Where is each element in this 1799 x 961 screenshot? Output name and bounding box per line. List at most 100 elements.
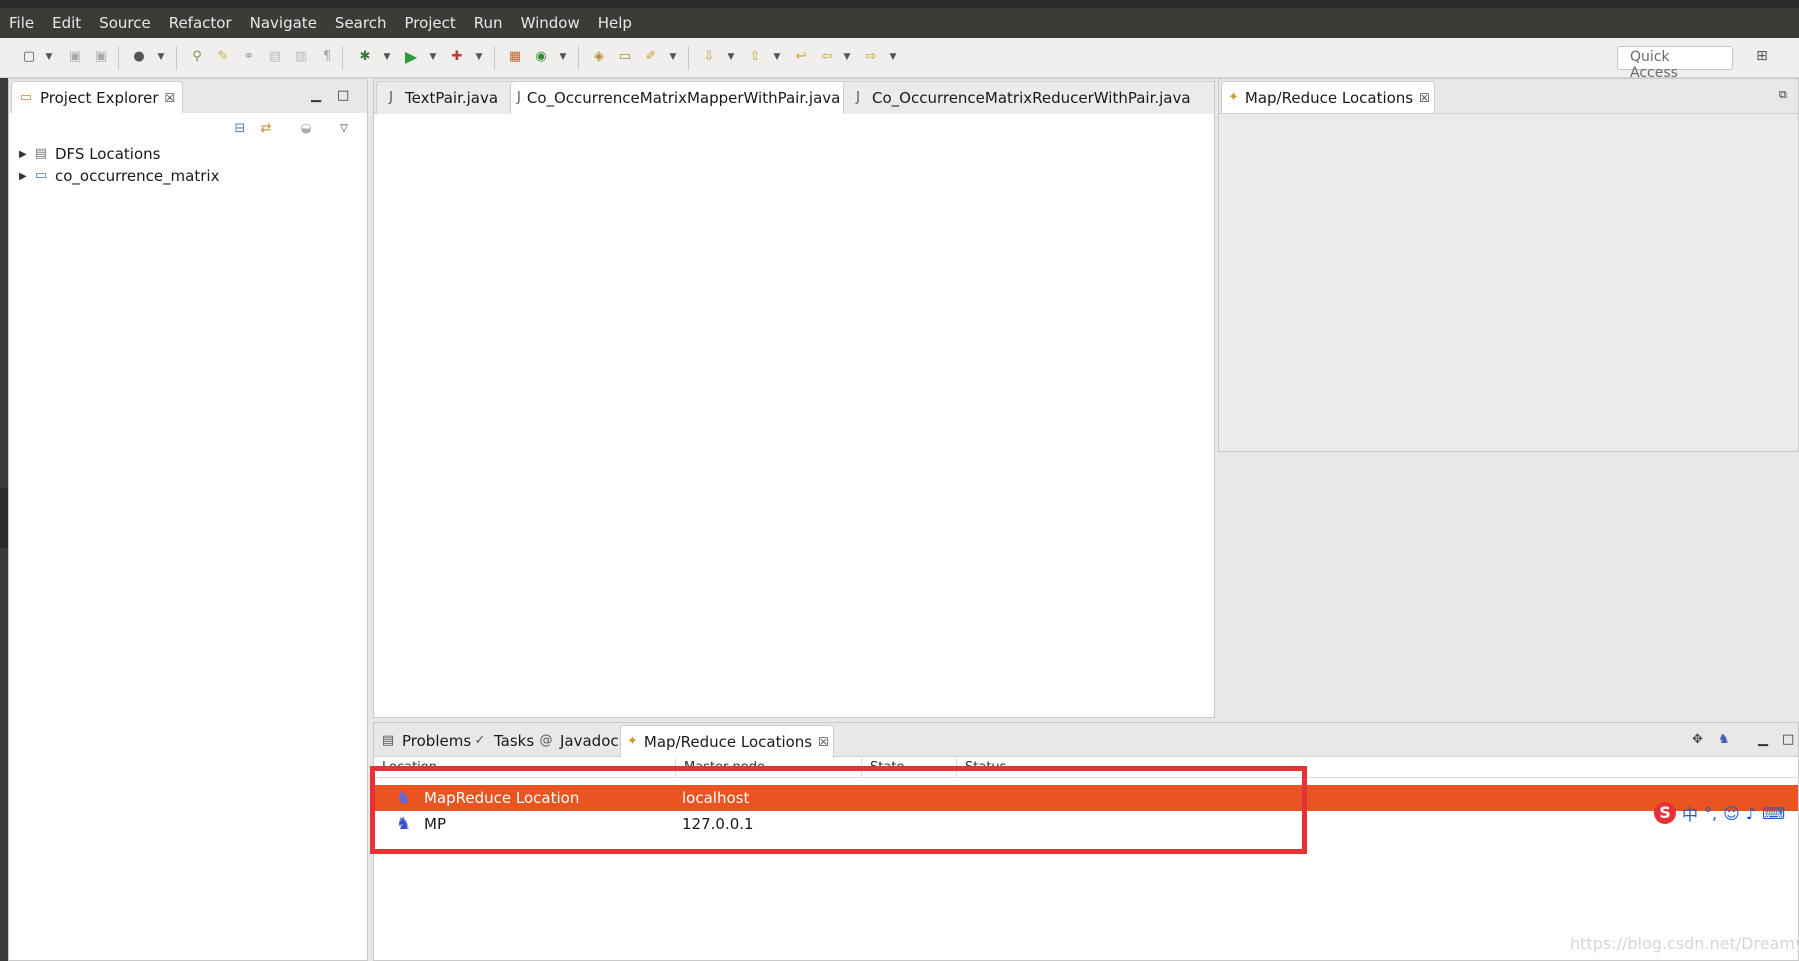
debug-icon[interactable]: ✱ bbox=[356, 48, 374, 66]
view-menu-icon[interactable]: ▽ bbox=[335, 120, 353, 138]
tab-label: TextPair.java bbox=[405, 89, 499, 107]
menu-help[interactable]: Help bbox=[589, 14, 641, 32]
tree-item-project[interactable]: ▶ ▭ co_occurrence_matrix bbox=[19, 165, 219, 187]
run-dropdown-icon[interactable]: ▼ bbox=[428, 48, 438, 66]
run-icon[interactable]: ▶ bbox=[402, 48, 420, 66]
code-editor: J TextPair.java J Co_OccurrenceMatrixMap… bbox=[373, 78, 1215, 718]
prev-annotation-dropdown-icon[interactable]: ▼ bbox=[772, 48, 782, 66]
toolbar-separator bbox=[176, 46, 177, 70]
new-dropdown-icon[interactable]: ▼ bbox=[44, 48, 54, 66]
menu-run[interactable]: Run bbox=[465, 14, 512, 32]
pilcrow-icon[interactable]: ¶ bbox=[318, 48, 336, 66]
close-icon[interactable]: ☒ bbox=[165, 91, 176, 105]
block-icon[interactable]: ▥ bbox=[292, 48, 310, 66]
save-all-icon[interactable]: ▣ bbox=[92, 48, 110, 66]
collapse-all-icon[interactable]: ⊟ bbox=[231, 120, 249, 138]
prev-annotation-icon[interactable]: ⇧ bbox=[746, 48, 764, 66]
external-tools-icon[interactable]: ✚ bbox=[448, 48, 466, 66]
mapreduce-icon: ✦ bbox=[1228, 90, 1239, 105]
mr-tabbar: ✦ Map/Reduce Locations ☒ ⧉ bbox=[1219, 79, 1798, 114]
user-icon[interactable]: ● bbox=[130, 48, 148, 66]
tab-reducer[interactable]: J Co_OccurrenceMatrixReducerWithPair.jav… bbox=[843, 81, 1214, 114]
tab-bottom-mapreduce-locations[interactable]: ✦ Map/Reduce Locations ☒ bbox=[620, 725, 834, 758]
tab-javadoc[interactable]: @ Javadoc bbox=[538, 727, 619, 755]
menu-navigate[interactable]: Navigate bbox=[241, 14, 326, 32]
menu-edit[interactable]: Edit bbox=[43, 14, 90, 32]
minimize-icon[interactable]: ▁ bbox=[1758, 732, 1768, 747]
expand-icon[interactable]: ▶ bbox=[19, 149, 33, 160]
tab-problems[interactable]: ▤ Problems bbox=[380, 727, 471, 755]
toolbar-separator bbox=[118, 46, 119, 70]
new-location-icon[interactable]: ✥ bbox=[1692, 732, 1703, 747]
quick-access-input[interactable]: Quick Access bbox=[1617, 46, 1733, 81]
hadoop-elephant-icon[interactable]: ♞ bbox=[1718, 732, 1730, 747]
tab-label: Co_OccurrenceMatrixReducerWithPair.java bbox=[872, 89, 1191, 107]
menu-file[interactable]: File bbox=[0, 14, 43, 32]
expand-icon[interactable]: ▶ bbox=[19, 171, 33, 182]
restore-icon[interactable]: ⧉ bbox=[1779, 88, 1787, 102]
search-dropdown-icon[interactable]: ▼ bbox=[668, 48, 678, 66]
close-icon[interactable]: ☒ bbox=[818, 735, 829, 749]
save-icon[interactable]: ▣ bbox=[66, 48, 84, 66]
mapreduce-locations-view-top: ✦ Map/Reduce Locations ☒ ⧉ bbox=[1218, 78, 1799, 452]
ime-punctuation[interactable]: °, bbox=[1704, 804, 1717, 823]
debug-dropdown-icon[interactable]: ▼ bbox=[382, 48, 392, 66]
back-dropdown-icon[interactable]: ▼ bbox=[842, 48, 852, 66]
external-tools-dropdown-icon[interactable]: ▼ bbox=[474, 48, 484, 66]
explorer-toolbar: ⊟ ⇄ ◒ ▽ bbox=[9, 113, 367, 145]
tab-mapper[interactable]: J Co_OccurrenceMatrixMapperWithPair.java… bbox=[510, 81, 857, 114]
microphone-icon[interactable]: ♪ bbox=[1746, 804, 1756, 823]
menu-refactor[interactable]: Refactor bbox=[160, 14, 241, 32]
link-editor-icon[interactable]: ⇄ bbox=[257, 120, 275, 138]
forward-dropdown-icon[interactable]: ▼ bbox=[888, 48, 898, 66]
ime-toolbar: S 中 °, ☺ ♪ ⌨ bbox=[1654, 800, 1799, 826]
mark-icon[interactable]: ▤ bbox=[266, 48, 284, 66]
filter-icon[interactable]: ⚲ bbox=[188, 48, 206, 66]
highlight-icon[interactable]: ✎ bbox=[214, 48, 232, 66]
tree-item-dfs-locations[interactable]: ▶ ▤ DFS Locations bbox=[19, 143, 160, 165]
menu-project[interactable]: Project bbox=[395, 14, 464, 32]
ime-chinese-mode[interactable]: 中 bbox=[1682, 801, 1698, 825]
menu-window[interactable]: Window bbox=[512, 14, 589, 32]
last-edit-icon[interactable]: ↩ bbox=[792, 48, 810, 66]
menu-source[interactable]: Source bbox=[90, 14, 160, 32]
tab-label: Javadoc bbox=[560, 732, 619, 750]
menu-search[interactable]: Search bbox=[326, 14, 396, 32]
mr-view-body bbox=[1219, 113, 1798, 451]
tab-label: Map/Reduce Locations bbox=[1244, 89, 1414, 107]
tab-textpair[interactable]: J TextPair.java bbox=[376, 81, 523, 114]
keyboard-icon[interactable]: ⌨ bbox=[1762, 804, 1785, 823]
next-annotation-dropdown-icon[interactable]: ▼ bbox=[726, 48, 736, 66]
tab-label: Tasks bbox=[494, 732, 535, 750]
maximize-icon[interactable]: □ bbox=[337, 88, 349, 103]
maximize-icon[interactable]: □ bbox=[1782, 732, 1794, 747]
new-icon[interactable]: ▢ bbox=[20, 48, 38, 66]
open-folder-icon[interactable]: ▭ bbox=[616, 48, 634, 66]
new-class-dropdown-icon[interactable]: ▼ bbox=[558, 48, 568, 66]
java-file-icon: J bbox=[856, 90, 860, 105]
java-file-icon: J bbox=[517, 90, 521, 105]
sogou-logo-icon[interactable]: S bbox=[1654, 802, 1676, 824]
search-icon[interactable]: ✐ bbox=[642, 48, 660, 66]
open-perspective-icon[interactable]: ⊞ bbox=[1752, 48, 1772, 68]
new-class-icon[interactable]: ◉ bbox=[532, 48, 550, 66]
toolbar-separator bbox=[494, 46, 495, 70]
problems-icon: ▤ bbox=[381, 733, 395, 748]
new-package-icon[interactable]: ▦ bbox=[506, 48, 524, 66]
code-area[interactable] bbox=[374, 113, 1214, 717]
tab-project-explorer[interactable]: ▭ Project Explorer ☒ bbox=[11, 81, 183, 114]
forward-icon[interactable]: ⇨ bbox=[862, 48, 880, 66]
minimize-icon[interactable]: ▁ bbox=[311, 88, 321, 103]
main-toolbar: ▢ ▼ ▣ ▣ ● ▼ ⚲ ✎ ⚭ ▤ ▥ ¶ ✱ ▼ ▶ ▼ ✚ ▼ ▦ ◉ … bbox=[0, 38, 1799, 78]
next-annotation-icon[interactable]: ⇩ bbox=[700, 48, 718, 66]
tab-mapreduce-locations[interactable]: ✦ Map/Reduce Locations ☒ bbox=[1221, 81, 1435, 114]
view-filter-icon[interactable]: ◒ bbox=[297, 120, 315, 138]
smiley-icon[interactable]: ☺ bbox=[1723, 804, 1740, 823]
tab-tasks[interactable]: ✓ Tasks bbox=[472, 727, 535, 755]
back-icon[interactable]: ⇦ bbox=[818, 48, 836, 66]
close-icon[interactable]: ☒ bbox=[1419, 91, 1430, 105]
user-dropdown-icon[interactable]: ▼ bbox=[156, 48, 166, 66]
tab-label: Co_OccurrenceMatrixMapperWithPair.java bbox=[526, 89, 841, 107]
link-icon[interactable]: ⚭ bbox=[240, 48, 258, 66]
open-type-icon[interactable]: ◈ bbox=[590, 48, 608, 66]
